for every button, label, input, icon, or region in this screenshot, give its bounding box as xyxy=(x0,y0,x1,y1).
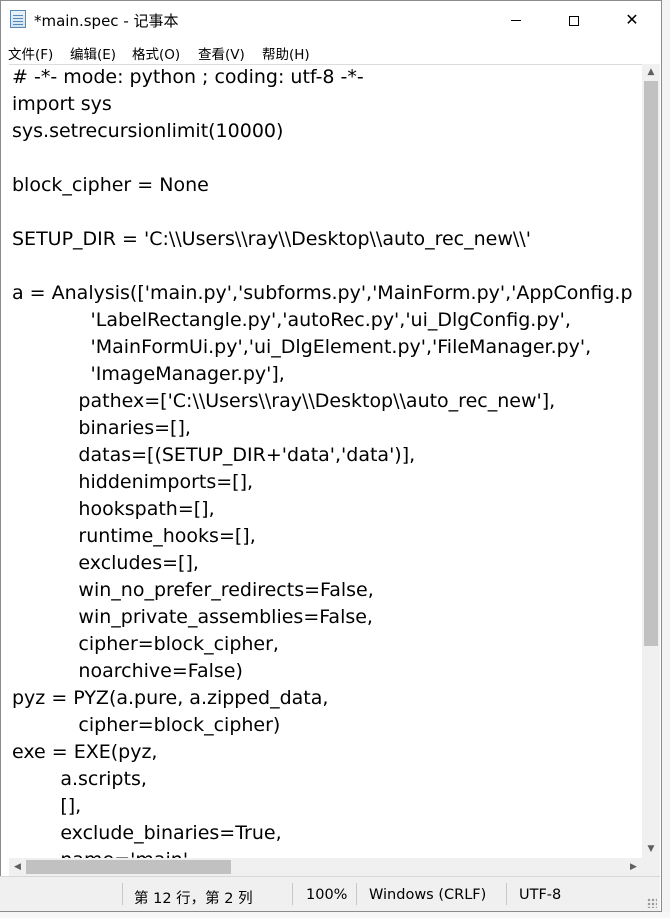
scroll-up-icon[interactable]: ▲ xyxy=(642,64,660,81)
scroll-down-icon[interactable]: ▼ xyxy=(642,841,660,858)
code-line: [], xyxy=(12,795,82,817)
scroll-right-icon[interactable]: ▶ xyxy=(625,858,642,876)
code-line: 'MainFormUi.py','ui_DlgElement.py','File… xyxy=(12,336,592,358)
resize-grip-icon[interactable] xyxy=(647,898,657,908)
status-divider xyxy=(506,883,507,905)
maximize-icon xyxy=(569,15,579,26)
background-window-edge xyxy=(662,0,670,918)
menu-bar: 文件(F) 编辑(E) 格式(O) 查看(V) 帮助(H) xyxy=(1,39,661,65)
code-line: 'LabelRectangle.py','autoRec.py','ui_Dlg… xyxy=(12,309,571,331)
menu-help[interactable]: 帮助(H) xyxy=(262,43,310,63)
code-line: pyz = PYZ(a.pure, a.zipped_data, xyxy=(12,687,329,709)
code-line: excludes=[], xyxy=(12,552,199,574)
menu-format[interactable]: 格式(O) xyxy=(132,43,180,63)
code-line: binaries=[], xyxy=(12,417,191,439)
vertical-scroll-thumb[interactable] xyxy=(644,81,658,646)
menu-file[interactable]: 文件(F) xyxy=(8,43,53,63)
maximize-button[interactable] xyxy=(545,1,603,39)
window-title: *main.spec - 记事本 xyxy=(34,12,179,30)
menu-edit[interactable]: 编辑(E) xyxy=(70,43,116,63)
code-line: # -*- mode: python ; coding: utf-8 -*- xyxy=(12,66,364,88)
minimize-button[interactable] xyxy=(487,1,545,39)
menu-view[interactable]: 查看(V) xyxy=(198,43,245,63)
code-line: win_no_prefer_redirects=False, xyxy=(12,579,374,601)
scroll-left-icon[interactable]: ◀ xyxy=(9,858,26,876)
horizontal-scrollbar[interactable]: ◀ ▶ xyxy=(9,858,642,876)
background-window-bottom xyxy=(0,912,670,918)
notepad-icon xyxy=(10,10,26,28)
text-editor[interactable]: # -*- mode: python ; coding: utf-8 -*- im… xyxy=(9,64,642,859)
status-divider xyxy=(122,883,123,905)
code-line: import sys xyxy=(12,93,112,115)
cursor-position: 第 12 行，第 2 列 xyxy=(134,891,253,907)
close-icon: ✕ xyxy=(625,10,639,29)
horizontal-scroll-thumb[interactable] xyxy=(26,860,231,874)
code-line: cipher=block_cipher) xyxy=(12,714,281,736)
code-line: SETUP_DIR = 'C:\\Users\\ray\\Desktop\\au… xyxy=(12,228,531,250)
code-line: pathex=['C:\\Users\\ray\\Desktop\\auto_r… xyxy=(12,390,556,412)
code-line: hookspath=[], xyxy=(12,498,215,520)
status-divider xyxy=(292,883,293,905)
code-text: # -*- mode: python ; coding: utf-8 -*- im… xyxy=(12,65,633,859)
line-ending: Windows (CRLF) xyxy=(369,887,487,903)
minimize-icon xyxy=(511,20,521,21)
code-line: cipher=block_cipher, xyxy=(12,633,279,655)
status-bar: 第 12 行，第 2 列 100% Windows (CRLF) UTF-8 xyxy=(0,876,660,911)
code-line: exe = EXE(pyz, xyxy=(12,741,158,763)
code-line: exclude_binaries=True, xyxy=(12,822,282,844)
zoom-level: 100% xyxy=(306,887,348,903)
title-bar[interactable]: *main.spec - 记事本 ✕ xyxy=(1,1,661,39)
code-line: 'ImageManager.py'], xyxy=(12,363,285,385)
code-line: block_cipher = None xyxy=(12,174,209,196)
code-line: sys.setrecursionlimit(10000) xyxy=(12,120,284,142)
code-line: datas=[(SETUP_DIR+'data','data')], xyxy=(12,444,416,466)
code-line: runtime_hooks=[], xyxy=(12,525,256,547)
code-line: win_private_assemblies=False, xyxy=(12,606,373,628)
vertical-scrollbar[interactable]: ▲ ▼ xyxy=(642,64,660,858)
close-button[interactable]: ✕ xyxy=(603,1,661,39)
code-line: noarchive=False) xyxy=(12,660,243,682)
status-divider xyxy=(356,883,357,905)
scrollbar-corner xyxy=(642,858,660,876)
code-line: a.scripts, xyxy=(12,768,147,790)
encoding: UTF-8 xyxy=(519,887,562,903)
code-line: hiddenimports=[], xyxy=(12,471,254,493)
code-line: a = Analysis(['main.py','subforms.py','M… xyxy=(12,282,633,304)
